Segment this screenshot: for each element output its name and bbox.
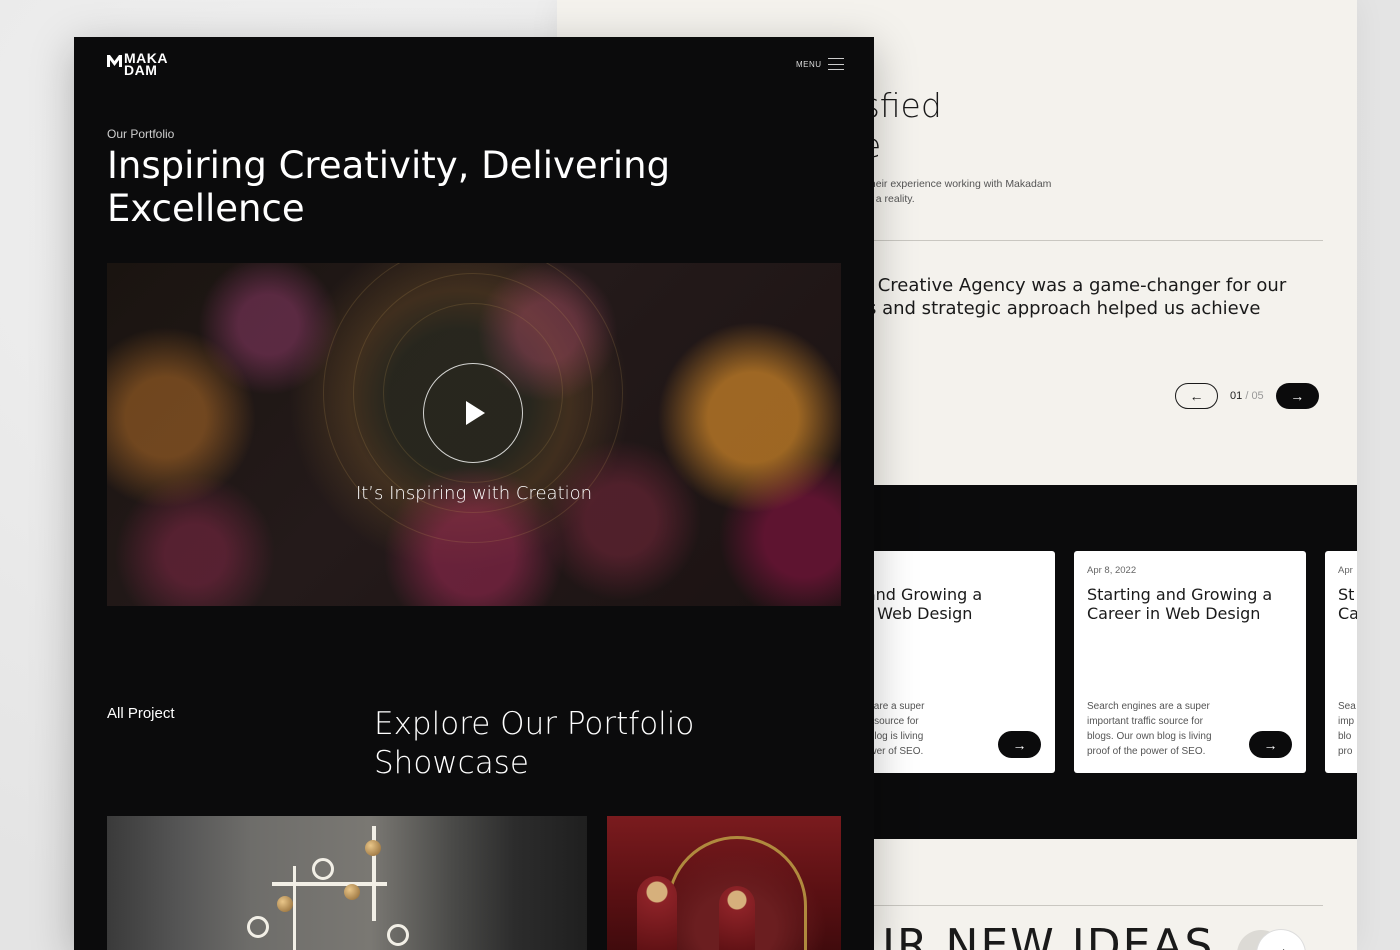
project-thumbnail[interactable] [107,816,587,950]
hamburger-icon [827,58,844,70]
divider [867,240,1323,241]
lamp-bulb [344,884,360,900]
figure [719,886,755,950]
logo-text: MAKA DAM [124,50,168,78]
brand-logo[interactable]: MAKA DAM [107,50,168,78]
lamp-rod [293,866,296,950]
project-thumbnail[interactable] [607,816,841,950]
blog-title: St Ca [1338,585,1357,623]
play-icon [466,401,485,425]
testimonial-pager: ← 01 / 05 → [1175,383,1319,409]
menu-label: MENU [796,59,822,69]
arrow-right-icon: → [1012,736,1027,753]
logo-mark-icon [107,55,122,67]
hero-eyebrow: Our Portfolio [107,127,175,141]
lamp-ring [312,858,334,880]
arrow-right-icon: → [1290,388,1305,404]
figure [637,876,677,950]
video-player[interactable]: It’s Inspiring with Creation [107,263,841,606]
lamp-ring [247,916,269,938]
divider [867,905,1323,906]
pager-separator: / [1245,390,1249,402]
testimonial-subtext: their experience working with Makadam n … [867,178,1052,205]
arrow-right-icon: → [1274,940,1288,950]
play-button[interactable] [423,363,523,463]
hero-title: Inspiring Creativity, Delivering Excelle… [107,144,671,230]
main-page: MAKA DAM MENU Our Portfolio Inspiring Cr… [74,37,874,950]
pager-current: 01 [1230,390,1243,402]
lamp-rod [272,882,387,886]
blog-date: Apr 8, 2022 [1087,565,1137,576]
blog-read-button[interactable]: → [998,731,1041,758]
blog-description: Search engines are a super important tra… [1087,701,1212,757]
ideas-heading: IR NEW IDEAS [882,920,1215,950]
portfolio-title: Explore Our Portfolio Showcase [374,706,695,781]
lamp-bulb [365,840,381,856]
all-projects-link[interactable]: All Project [107,705,175,722]
arrow-left-icon: ← [1189,388,1204,404]
blog-title: Starting and Growing a Career in Web Des… [1087,585,1273,623]
prev-button[interactable]: ← [1175,383,1218,409]
testimonial-quote: l Creative Agency was a game-changer for… [867,275,1287,319]
blog-description: Sea imp blo pro [1338,701,1356,757]
pager-count: 01 / 05 [1230,390,1264,402]
blog-date: Apr [1338,565,1353,576]
pager-total: 05 [1251,390,1264,402]
lamp-bulb [277,896,293,912]
blog-read-button[interactable]: → [1249,731,1292,758]
menu-button[interactable]: MENU [796,58,844,70]
video-caption: It’s Inspiring with Creation [355,483,593,504]
blog-card[interactable]: Apr 8, 2022 Starting and Growing a Caree… [1074,551,1306,773]
next-button[interactable]: → [1275,383,1319,409]
lamp-ring [387,924,409,946]
blog-card[interactable]: Apr St Ca Sea imp blo pro [1325,551,1357,773]
arrow-right-icon: → [1263,736,1278,753]
